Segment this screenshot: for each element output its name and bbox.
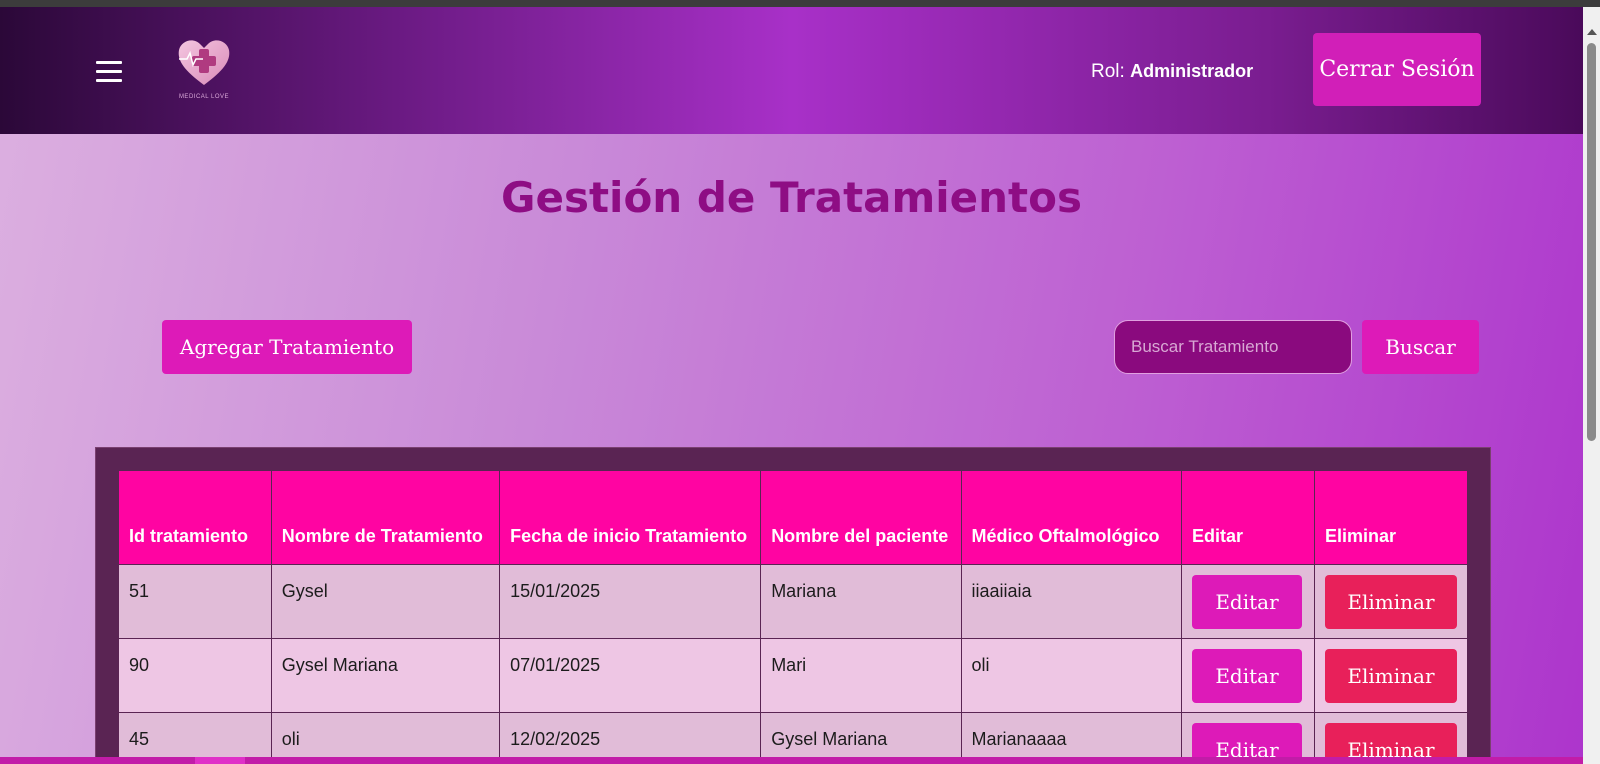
delete-button[interactable]: Eliminar [1324, 575, 1457, 629]
search-input[interactable] [1114, 320, 1352, 374]
edit-button[interactable]: Editar [1191, 575, 1302, 629]
role-indicator: Rol: Administrador [1091, 61, 1253, 83]
menu-icon[interactable] [96, 61, 122, 83]
column-header-editar: Editar [1180, 470, 1315, 565]
top-navbar: MEDICAL LOVE Rol: Administrador Cerrar S… [0, 7, 1583, 134]
column-header-medico: Médico Oftalmológico [960, 470, 1182, 565]
medical-love-logo: MEDICAL LOVE [175, 35, 233, 105]
cell-editar: Editar [1180, 564, 1315, 639]
cell-id: 90 [118, 638, 272, 713]
vertical-scrollbar[interactable] [1583, 7, 1600, 764]
cell-eliminar: Eliminar [1313, 564, 1469, 639]
cell-eliminar: Eliminar [1313, 638, 1469, 713]
heart-cross-icon [178, 40, 230, 85]
role-value: Administrador [1130, 61, 1254, 81]
cell-paciente: Mariana [760, 564, 962, 639]
column-header-paciente: Nombre del paciente [760, 470, 962, 565]
page-title: Gestión de Tratamientos [501, 173, 1082, 222]
table-row: 45 oli 12/02/2025 Gysel Mariana Marianaa… [118, 712, 1469, 757]
cell-editar: Editar [1180, 638, 1315, 713]
cell-id: 45 [118, 712, 272, 757]
role-label: Rol: [1091, 61, 1125, 82]
add-treatment-button[interactable]: Agregar Tratamiento [162, 320, 412, 374]
cell-id: 51 [118, 564, 272, 639]
edit-button[interactable]: Editar [1191, 723, 1302, 757]
column-header-nombre: Nombre de Tratamiento [270, 470, 501, 565]
logout-button[interactable]: Cerrar Sesión [1313, 33, 1481, 106]
cell-fecha: 07/01/2025 [499, 638, 762, 713]
page-viewport: MEDICAL LOVE Rol: Administrador Cerrar S… [0, 7, 1583, 757]
edit-button[interactable]: Editar [1191, 649, 1302, 703]
cell-medico: Marianaaaa [960, 712, 1182, 757]
column-header-eliminar: Eliminar [1313, 470, 1469, 565]
table-row: 90 Gysel Mariana 07/01/2025 Mari oli Edi… [118, 638, 1469, 713]
cell-nombre: Gysel [270, 564, 501, 639]
search-button[interactable]: Buscar [1362, 320, 1479, 374]
cell-editar: Editar [1180, 712, 1315, 757]
cell-paciente: Gysel Mariana [760, 712, 962, 757]
table-row: 51 Gysel 15/01/2025 Mariana iiaaiiaia Ed… [118, 564, 1469, 639]
column-header-id: Id tratamiento [118, 470, 272, 565]
cell-medico: oli [960, 638, 1182, 713]
logo-text: MEDICAL LOVE [178, 94, 230, 100]
window-top-edge [0, 0, 1600, 7]
scrollbar-thumb[interactable] [1587, 43, 1596, 441]
column-header-fecha: Fecha de inicio Tratamiento [499, 470, 762, 565]
delete-button[interactable]: Eliminar [1324, 723, 1457, 757]
cell-nombre: Gysel Mariana [270, 638, 501, 713]
cell-fecha: 12/02/2025 [499, 712, 762, 757]
bottom-edge-bar [0, 757, 1583, 764]
treatments-table: Id tratamiento Nombre de Tratamiento Fec… [118, 470, 1469, 757]
delete-button[interactable]: Eliminar [1324, 649, 1457, 703]
cell-fecha: 15/01/2025 [499, 564, 762, 639]
cell-nombre: oli [270, 712, 501, 757]
scroll-up-arrow-icon[interactable] [1587, 29, 1597, 35]
table-header-row: Id tratamiento Nombre de Tratamiento Fec… [118, 470, 1469, 565]
cell-paciente: Mari [760, 638, 962, 713]
treatments-table-panel: Id tratamiento Nombre de Tratamiento Fec… [95, 447, 1491, 757]
cell-eliminar: Eliminar [1313, 712, 1469, 757]
cell-medico: iiaaiiaia [960, 564, 1182, 639]
